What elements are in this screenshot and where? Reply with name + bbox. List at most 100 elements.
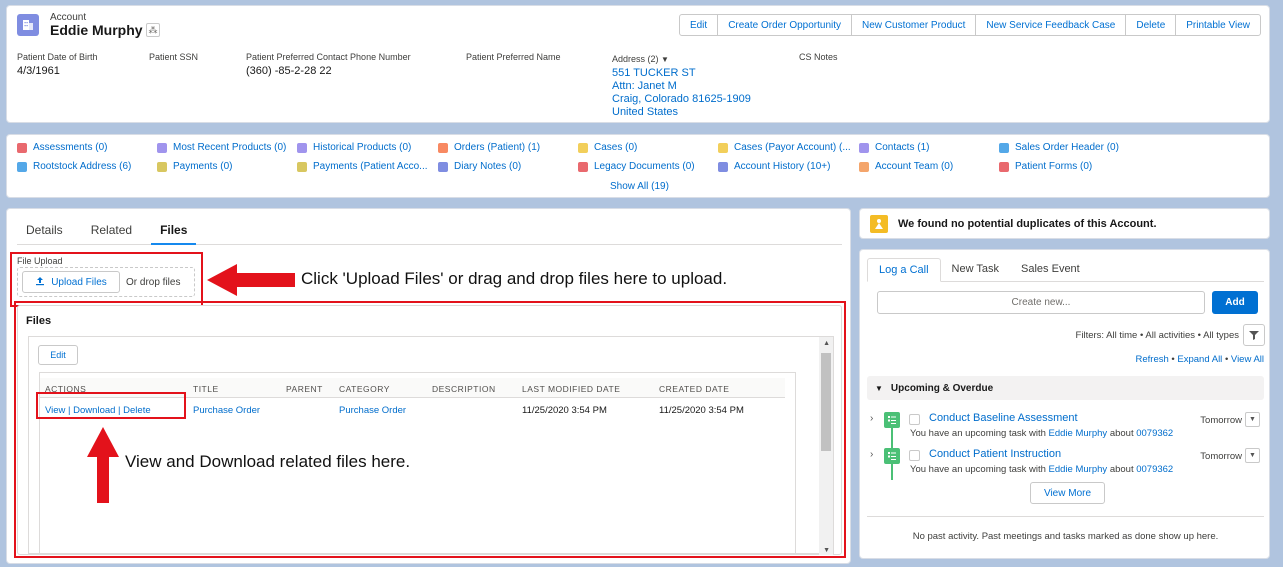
task-ref-link[interactable]: 0079362 bbox=[1136, 428, 1173, 439]
activity-panel: Log a Call New Task Sales Event Create n… bbox=[859, 249, 1270, 559]
related-link[interactable]: Patient Forms (0) bbox=[999, 161, 1092, 172]
field-phone: Patient Preferred Contact Phone Number (… bbox=[246, 52, 411, 77]
related-link[interactable]: Assessments (0) bbox=[17, 142, 107, 153]
field-value: (360) -85-2-28 22 bbox=[246, 65, 332, 77]
duplicates-message: We found no potential duplicates of this… bbox=[898, 218, 1157, 230]
related-link[interactable]: Sales Order Header (0) bbox=[999, 142, 1119, 153]
tab-sales-event[interactable]: Sales Event bbox=[1010, 258, 1091, 282]
related-list-icon bbox=[859, 142, 869, 153]
task-checkbox[interactable] bbox=[909, 450, 920, 461]
related-link-label: Most Recent Products (0) bbox=[173, 142, 287, 153]
field-address: Address (2) ▼ 551 TUCKER ST Attn: Janet … bbox=[612, 54, 751, 119]
view-more-button[interactable]: View More bbox=[1030, 482, 1105, 504]
delete-button[interactable]: Delete bbox=[1125, 14, 1177, 36]
left-arrow-icon bbox=[207, 264, 295, 296]
filter-icon[interactable] bbox=[1243, 324, 1265, 346]
related-link-label: Cases (0) bbox=[594, 142, 638, 153]
related-link-label: Diary Notes (0) bbox=[454, 161, 522, 172]
edit-button[interactable]: Edit bbox=[678, 14, 719, 36]
chevron-down-icon[interactable]: ▼ bbox=[875, 384, 883, 393]
related-link-label: Assessments (0) bbox=[33, 142, 108, 153]
related-link[interactable]: Payments (0) bbox=[157, 161, 232, 172]
chevron-right-icon[interactable]: › bbox=[870, 449, 873, 460]
refresh-link[interactable]: Refresh bbox=[1136, 354, 1169, 365]
new-customer-product-button[interactable]: New Customer Product bbox=[851, 14, 977, 36]
upcoming-overdue-section[interactable]: ▼ Upcoming & Overdue bbox=[867, 376, 1264, 400]
section-title: Upcoming & Overdue bbox=[890, 382, 994, 394]
field-ssn: Patient SSN bbox=[149, 52, 198, 65]
tab-log-a-call[interactable]: Log a Call bbox=[867, 258, 941, 282]
task-subject-link[interactable]: Conduct Baseline Assessment bbox=[929, 412, 1078, 424]
tab-bar: Details Related Files bbox=[17, 219, 842, 245]
related-link[interactable]: Contacts (1) bbox=[859, 142, 929, 153]
task-desc-prefix: You have an upcoming task with bbox=[910, 428, 1046, 439]
create-new-input[interactable]: Create new... bbox=[877, 291, 1205, 314]
filters-text: Filters: All time • All activities • All… bbox=[1075, 330, 1239, 341]
task-ref-link[interactable]: 0079362 bbox=[1136, 464, 1173, 475]
task-desc-prefix: You have an upcoming task with bbox=[910, 464, 1046, 475]
tab-new-task[interactable]: New Task bbox=[941, 258, 1010, 282]
show-all-link[interactable]: Show All (19) bbox=[610, 181, 669, 192]
chevron-right-icon[interactable]: › bbox=[870, 413, 873, 424]
related-link[interactable]: Cases (0) bbox=[578, 142, 637, 153]
main-tabset: Details Related Files File Upload Upload… bbox=[6, 208, 851, 564]
header-actions: Edit Create Order Opportunity New Custom… bbox=[678, 14, 1261, 36]
task-subject-link[interactable]: Conduct Patient Instruction bbox=[929, 448, 1061, 460]
related-list-icon bbox=[157, 142, 167, 153]
chevron-down-icon[interactable]: ▼ bbox=[1245, 412, 1260, 427]
related-link-label: Payments (0) bbox=[173, 161, 233, 172]
view-all-link[interactable]: View All bbox=[1231, 354, 1264, 365]
task-checkbox[interactable] bbox=[909, 414, 920, 425]
related-link[interactable]: Historical Products (0) bbox=[297, 142, 411, 153]
related-link-label: Contacts (1) bbox=[875, 142, 930, 153]
field-label: CS Notes bbox=[799, 52, 838, 62]
chevron-down-icon[interactable]: ▼ bbox=[661, 55, 669, 64]
tab-files[interactable]: Files bbox=[151, 219, 197, 245]
tab-related[interactable]: Related bbox=[82, 219, 141, 245]
related-list-icon bbox=[17, 161, 27, 172]
address-line[interactable]: United States bbox=[612, 106, 751, 119]
field-preferred-name: Patient Preferred Name bbox=[466, 52, 561, 65]
address-line[interactable]: Attn: Janet M bbox=[612, 80, 751, 93]
related-link-label: Account Team (0) bbox=[875, 161, 954, 172]
add-button[interactable]: Add bbox=[1212, 291, 1258, 314]
related-link[interactable]: Cases (Payor Account) (... bbox=[718, 142, 851, 153]
related-list-icon bbox=[999, 161, 1009, 172]
task-date: Tomorrow bbox=[1200, 415, 1242, 426]
hierarchy-icon[interactable]: ⁂ bbox=[146, 23, 160, 37]
expand-all-link[interactable]: Expand All bbox=[1177, 354, 1222, 365]
person-icon bbox=[870, 215, 888, 233]
related-link-label: Patient Forms (0) bbox=[1015, 161, 1093, 172]
timeline-task: › Conduct Baseline Assessment Tomorrow ▼… bbox=[867, 410, 1264, 442]
related-link[interactable]: Rootstock Address (6) bbox=[17, 161, 131, 172]
create-order-opportunity-button[interactable]: Create Order Opportunity bbox=[717, 14, 853, 36]
related-link[interactable]: Account History (10+) bbox=[718, 161, 830, 172]
related-link-label: Orders (Patient) (1) bbox=[454, 142, 541, 153]
related-list-icon bbox=[578, 161, 588, 172]
record-header: Account Eddie Murphy ⁂ Edit Create Order… bbox=[6, 5, 1270, 123]
address-line[interactable]: 551 TUCKER ST bbox=[612, 67, 751, 80]
field-value: 4/3/1961 bbox=[17, 65, 60, 77]
related-link-label: Account History (10+) bbox=[734, 161, 831, 172]
field-label[interactable]: Address (2) ▼ bbox=[612, 54, 751, 64]
related-link[interactable]: Most Recent Products (0) bbox=[157, 142, 286, 153]
new-service-feedback-case-button[interactable]: New Service Feedback Case bbox=[975, 14, 1127, 36]
task-who-link[interactable]: Eddie Murphy bbox=[1049, 428, 1108, 439]
chevron-down-icon[interactable]: ▼ bbox=[1245, 448, 1260, 463]
tab-details[interactable]: Details bbox=[17, 219, 72, 245]
related-list-icon bbox=[718, 161, 728, 172]
related-link[interactable]: Payments (Patient Acco... bbox=[297, 161, 428, 172]
activity-tabs: Log a Call New Task Sales Event bbox=[867, 258, 1264, 282]
account-icon bbox=[17, 14, 39, 36]
related-link-label: Rootstock Address (6) bbox=[33, 161, 132, 172]
related-link[interactable]: Legacy Documents (0) bbox=[578, 161, 695, 172]
task-who-link[interactable]: Eddie Murphy bbox=[1049, 464, 1108, 475]
task-description: You have an upcoming task with Eddie Mur… bbox=[910, 464, 1173, 475]
field-label: Patient Preferred Contact Phone Number bbox=[246, 52, 411, 62]
related-link[interactable]: Account Team (0) bbox=[859, 161, 953, 172]
related-link[interactable]: Diary Notes (0) bbox=[438, 161, 521, 172]
printable-view-button[interactable]: Printable View bbox=[1175, 14, 1261, 36]
related-link[interactable]: Orders (Patient) (1) bbox=[438, 142, 540, 153]
address-line[interactable]: Craig, Colorado 81625-1909 bbox=[612, 93, 751, 106]
related-link-label: Historical Products (0) bbox=[313, 142, 412, 153]
